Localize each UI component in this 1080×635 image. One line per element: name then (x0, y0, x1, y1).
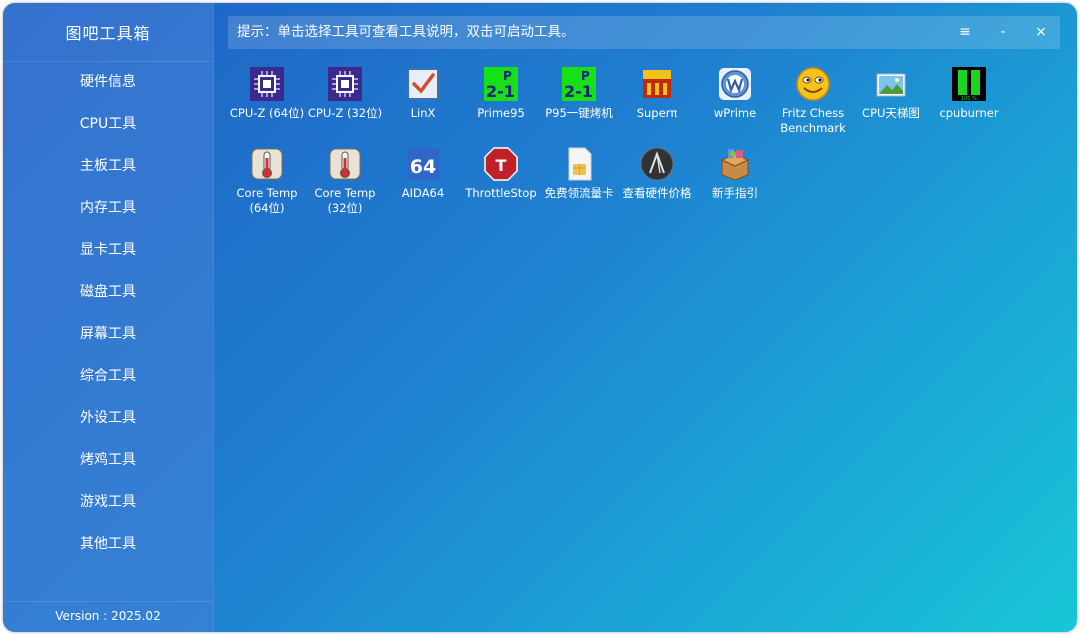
tool-label: P95一键烤机 (545, 106, 613, 120)
svg-text:P: P (503, 69, 512, 83)
aida64-icon: 64 (405, 146, 441, 182)
sidebar-item-game-tools[interactable]: 游戏工具 (3, 481, 213, 523)
divider (3, 601, 213, 602)
tool-prime95[interactable]: P 2-1 Prime95 (462, 66, 540, 121)
fritz-chess-icon (795, 66, 831, 102)
tool-label: 新手指引 (712, 186, 758, 200)
tool-cpu-ladder[interactable]: CPU天梯图 (852, 66, 930, 121)
sidebar-item-cpu-tools[interactable]: CPU工具 (3, 103, 213, 145)
svg-text:2-1: 2-1 (564, 82, 593, 101)
sidebar-item-motherboard-tools[interactable]: 主板工具 (3, 145, 213, 187)
price-icon (639, 146, 675, 182)
tool-label: CPU-Z (64位) (229, 106, 305, 120)
sidebar-item-peripheral-tools[interactable]: 外设工具 (3, 397, 213, 439)
tool-label: Fritz Chess (781, 106, 845, 120)
tool-label: Superπ (636, 106, 678, 120)
image-icon (873, 66, 909, 102)
tool-wprime[interactable]: wPrime (696, 66, 774, 121)
sidebar-item-screen-tools[interactable]: 屏幕工具 (3, 313, 213, 355)
wprime-icon (717, 66, 753, 102)
tool-label: 免费领流量卡 (544, 186, 614, 200)
sidebar-item-memory-tools[interactable]: 内存工具 (3, 187, 213, 229)
minimize-button[interactable]: - (988, 16, 1018, 49)
sim-card-icon (561, 146, 597, 182)
tool-label: (32位) (327, 201, 363, 215)
tool-label: wPrime (713, 106, 757, 120)
sidebar-item-other-tools[interactable]: 其他工具 (3, 523, 213, 565)
tool-label: Core Temp (236, 186, 298, 200)
cpu-z-icon (249, 66, 285, 102)
guide-box-icon (717, 146, 753, 182)
svg-text:64: 64 (410, 156, 436, 178)
tool-label: 查看硬件价格 (622, 186, 692, 200)
hint-bar: 提示：单击选择工具可查看工具说明，双击可启动工具。 ≡ - × (228, 16, 1060, 49)
sidebar-item-stress-tools[interactable]: 烤鸡工具 (3, 439, 213, 481)
throttlestop-icon: T (483, 146, 519, 182)
tool-label: CPU-Z (32位) (307, 106, 383, 120)
tool-superpi[interactable]: Superπ (618, 66, 696, 121)
prime95-icon: P 2-1 (483, 66, 519, 102)
sidebar-item-gpu-tools[interactable]: 显卡工具 (3, 229, 213, 271)
tool-aida64[interactable]: 64 AIDA64 (384, 146, 462, 201)
tool-cpu-z-32[interactable]: CPU-Z (32位) (306, 66, 384, 121)
tool-cpu-z-64[interactable]: CPU-Z (64位) (228, 66, 306, 121)
superpi-icon (639, 66, 675, 102)
cpuburner-icon: 100 % (951, 66, 987, 102)
tool-label: CPU天梯图 (862, 106, 920, 120)
hint-text: 提示：单击选择工具可查看工具说明，双击可启动工具。 (237, 24, 575, 40)
linx-icon (405, 66, 441, 102)
tool-linx[interactable]: LinX (384, 66, 462, 121)
tool-label: (64位) (249, 201, 285, 215)
prime95-icon: P 2-1 (561, 66, 597, 102)
tool-label: Core Temp (314, 186, 376, 200)
thermometer-icon (249, 146, 285, 182)
sidebar-item-hardware-info[interactable]: 硬件信息 (3, 61, 213, 103)
version-label: Version : 2025.02 (55, 609, 161, 623)
menu-button[interactable]: ≡ (950, 16, 980, 49)
svg-text:P: P (581, 69, 590, 83)
tool-core-temp-64[interactable]: Core Temp (64位) (228, 146, 306, 216)
sidebar-item-general-tools[interactable]: 综合工具 (3, 355, 213, 397)
tool-label: AIDA64 (401, 186, 445, 200)
tool-label: cpuburner (939, 106, 999, 120)
svg-text:T: T (496, 156, 507, 175)
thermometer-icon (327, 146, 363, 182)
tool-throttlestop[interactable]: T ThrottleStop (462, 146, 540, 201)
tool-label: Benchmark (780, 121, 846, 135)
tool-label: ThrottleStop (465, 186, 537, 200)
tool-beginner-guide[interactable]: 新手指引 (696, 146, 774, 201)
app-window: 图吧工具箱 硬件信息 CPU工具 主板工具 内存工具 显卡工具 磁盘工具 屏幕工… (3, 3, 1077, 632)
sidebar: 图吧工具箱 硬件信息 CPU工具 主板工具 内存工具 显卡工具 磁盘工具 屏幕工… (3, 3, 214, 632)
tool-label: LinX (410, 106, 436, 120)
tool-label: Prime95 (477, 106, 525, 120)
tool-p95-one-click[interactable]: P 2-1 P95一键烤机 (540, 66, 618, 121)
app-title: 图吧工具箱 (65, 24, 151, 43)
svg-text:2-1: 2-1 (486, 82, 515, 101)
tool-cpuburner[interactable]: 100 % cpuburner (930, 66, 1008, 121)
cpu-z-icon (327, 66, 363, 102)
tool-hardware-price[interactable]: 查看硬件价格 (618, 146, 696, 201)
tool-core-temp-32[interactable]: Core Temp (32位) (306, 146, 384, 216)
close-button[interactable]: × (1026, 16, 1056, 49)
sidebar-nav: 硬件信息 CPU工具 主板工具 内存工具 显卡工具 磁盘工具 屏幕工具 综合工具… (3, 61, 213, 565)
svg-text:100 %: 100 % (961, 96, 977, 102)
tool-free-data-card[interactable]: 免费领流量卡 (540, 146, 618, 201)
tool-fritz-chess-benchmark[interactable]: Fritz Chess Benchmark (774, 66, 852, 136)
sidebar-item-disk-tools[interactable]: 磁盘工具 (3, 271, 213, 313)
